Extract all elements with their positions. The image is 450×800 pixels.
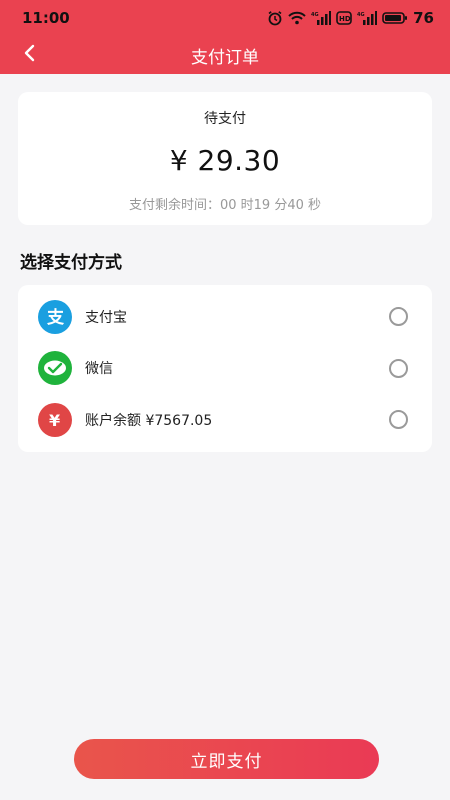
- page-title: 支付订单: [191, 47, 259, 68]
- payment-method-alipay[interactable]: 支 支付宝: [18, 291, 432, 343]
- status-bar: 11:00 4G HD 4G 76: [0, 0, 450, 36]
- payment-method-balance[interactable]: ¥ 账户余额 ¥7567.05: [18, 394, 432, 446]
- chevron-left-icon: [22, 44, 36, 66]
- payment-method-label: 账户余额 ¥7567.05: [85, 412, 213, 429]
- payment-section-title: 选择支付方式: [20, 253, 122, 273]
- status-icons: 4G HD 4G 76: [267, 9, 434, 27]
- order-amount: ¥ 29.30: [169, 144, 281, 177]
- payment-methods-list: 支 支付宝 微信 ¥ 账户余额 ¥7567.05: [18, 285, 432, 452]
- payment-method-label: 支付宝: [85, 309, 127, 326]
- hd-icon: HD: [336, 11, 352, 25]
- alipay-icon: 支: [38, 299, 72, 334]
- radio-alipay[interactable]: [389, 307, 408, 327]
- svg-text:4G: 4G: [357, 12, 365, 18]
- wifi-icon: [288, 11, 306, 25]
- balance-icon: ¥: [38, 402, 72, 437]
- wechat-icon: [38, 351, 72, 386]
- status-time: 11:00: [22, 9, 70, 27]
- signal-icon: 4G: [357, 11, 378, 25]
- signal-icon: 4G: [311, 11, 332, 25]
- header: 11:00 4G HD 4G 76 支付订单: [0, 0, 450, 74]
- svg-text:4G: 4G: [311, 12, 319, 18]
- battery-icon: [382, 12, 408, 24]
- payment-method-label: 微信: [85, 361, 113, 378]
- svg-text:¥: ¥: [49, 411, 60, 430]
- battery-level: 76: [413, 9, 434, 27]
- order-summary-card: 待支付 ¥ 29.30 支付剩余时间：00 时19 分40 秒: [18, 92, 432, 225]
- nav-bar: 支付订单: [0, 36, 450, 74]
- svg-text:支: 支: [47, 307, 65, 328]
- radio-balance[interactable]: [389, 410, 408, 430]
- order-status: 待支付: [204, 111, 246, 127]
- back-button[interactable]: [14, 40, 44, 70]
- radio-wechat[interactable]: [389, 358, 408, 378]
- payment-countdown: 支付剩余时间：00 时19 分40 秒: [128, 198, 322, 213]
- alarm-icon: [267, 10, 283, 26]
- pay-now-button[interactable]: 立即支付: [74, 739, 379, 779]
- payment-method-wechat[interactable]: 微信: [18, 343, 432, 395]
- svg-text:HD: HD: [339, 15, 351, 23]
